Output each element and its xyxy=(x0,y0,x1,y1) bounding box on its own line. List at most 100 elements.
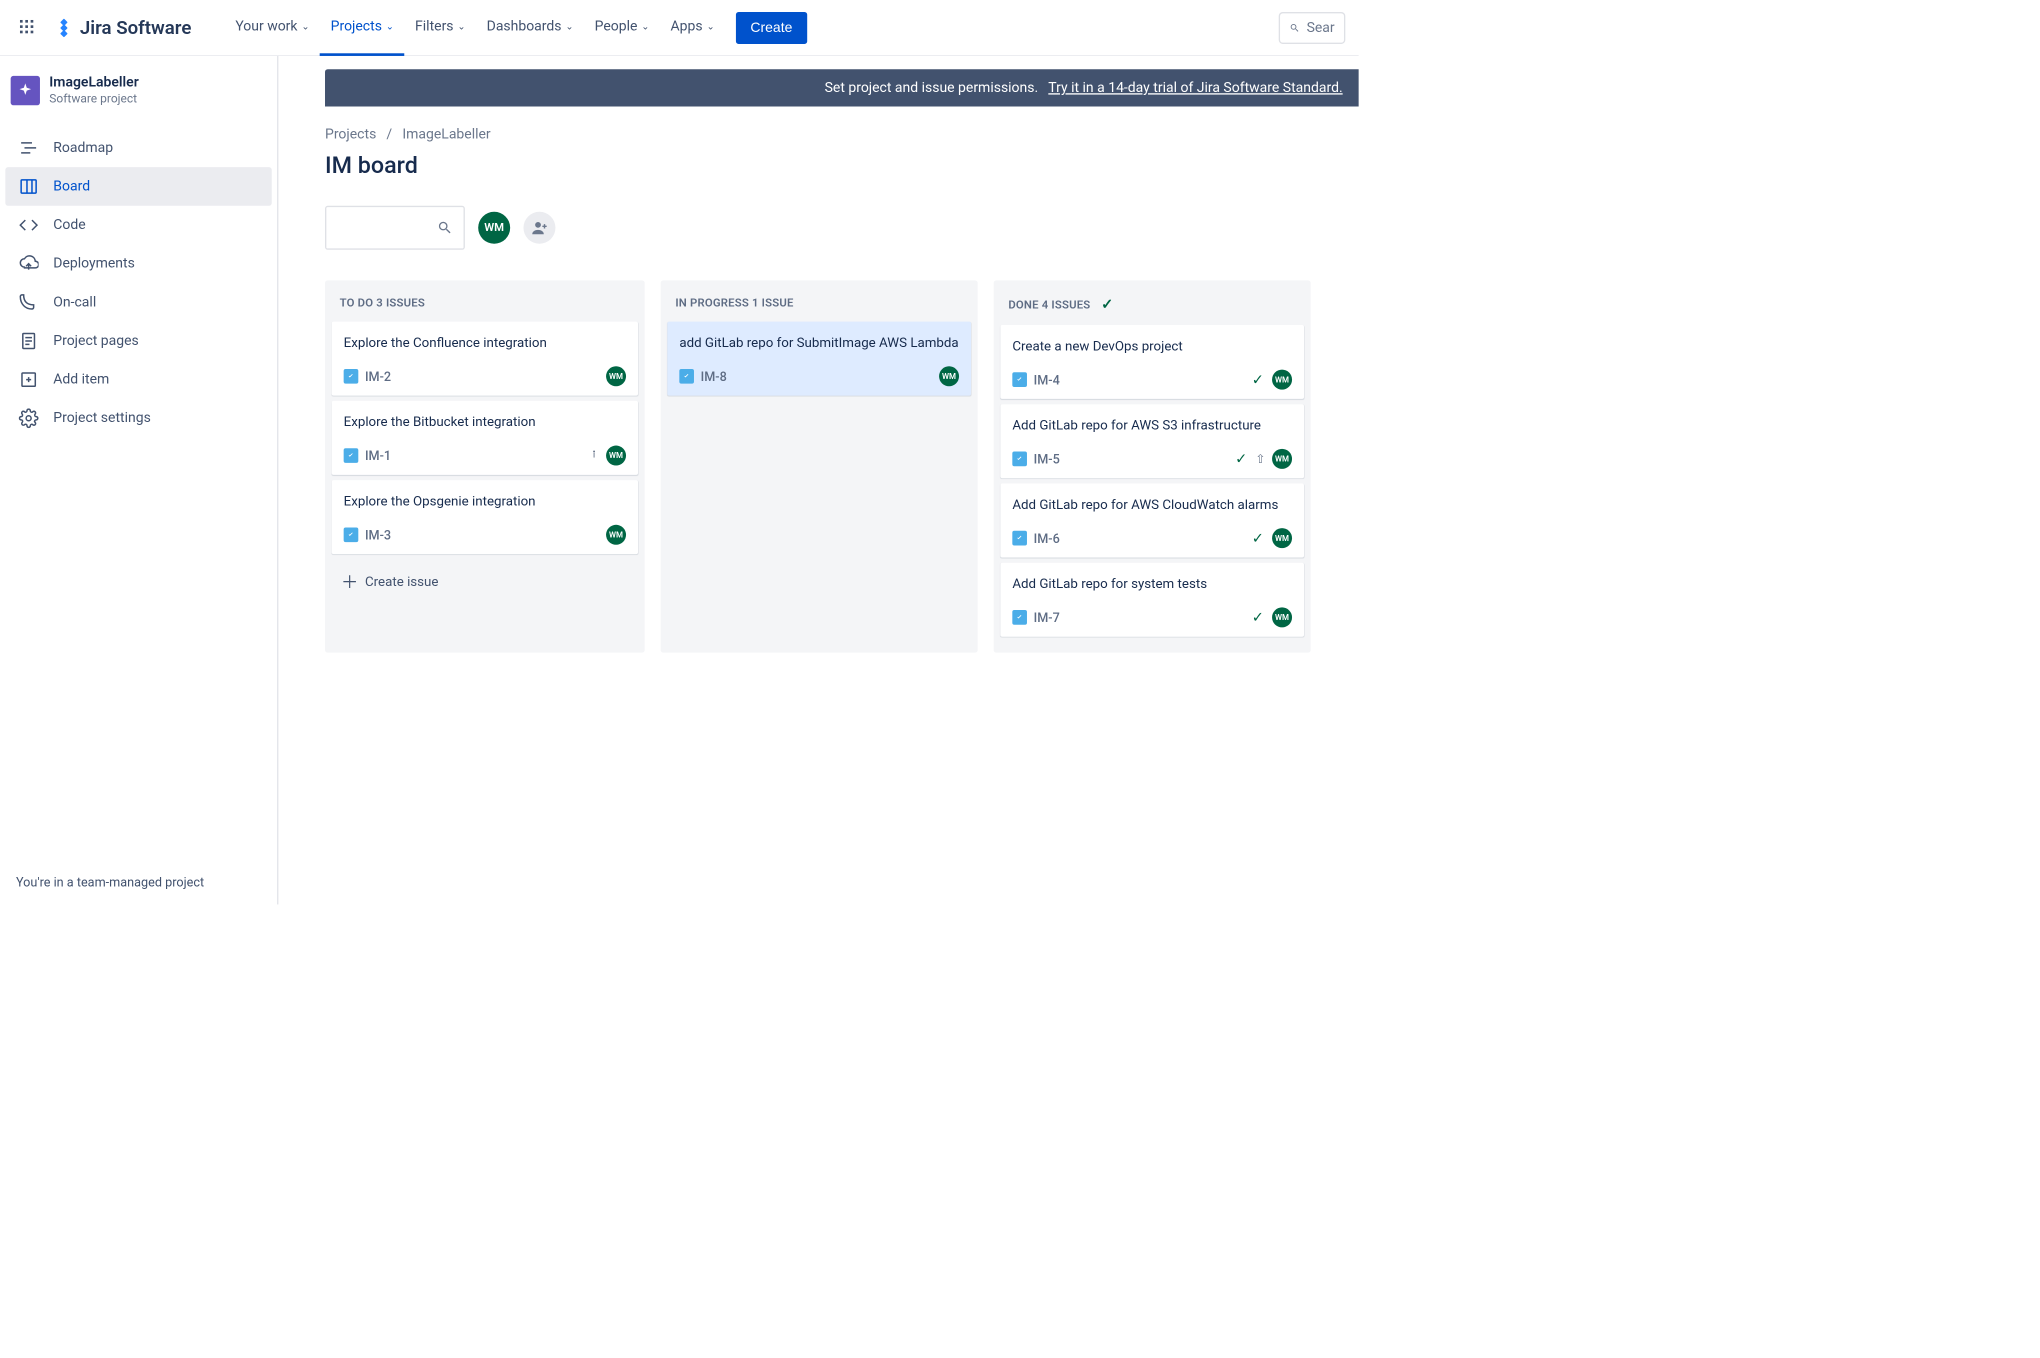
chevron-down-icon: ⌄ xyxy=(707,21,715,32)
create-issue-button[interactable]: ＋ Create issue xyxy=(332,559,638,602)
logo[interactable]: Jira Software xyxy=(45,17,199,39)
board-search[interactable] xyxy=(325,206,465,250)
breadcrumb-separator: / xyxy=(386,127,392,143)
issue-card[interactable]: Explore the Opsgenie integration IM-3 WM xyxy=(332,480,638,554)
add-member-button[interactable] xyxy=(523,212,555,244)
issue-card[interactable]: Add GitLab repo for AWS S3 infrastructur… xyxy=(1000,404,1304,478)
task-type-icon xyxy=(344,369,359,384)
column-in-progress: IN PROGRESS 1 ISSUE add GitLab repo for … xyxy=(661,280,978,652)
sidebar-item-project-pages[interactable]: Project pages xyxy=(5,322,271,361)
issue-card[interactable]: Create a new DevOps project IM-4 ✓ WM xyxy=(1000,325,1304,399)
issue-card[interactable]: Add GitLab repo for system tests IM-7 ✓ … xyxy=(1000,563,1304,637)
sidebar: ImageLabeller Software project Roadmap B… xyxy=(0,56,278,904)
assignee-avatar[interactable]: WM xyxy=(1272,449,1292,469)
card-key: IM-4 xyxy=(1034,372,1060,387)
logo-text: Jira Software xyxy=(80,17,191,39)
sidebar-item-label: Code xyxy=(53,217,85,233)
sidebar-item-code[interactable]: Code xyxy=(5,206,271,245)
column-header: TO DO 3 ISSUES xyxy=(332,288,638,321)
top-nav: Jira Software Your work⌄ Projects⌄ Filte… xyxy=(0,0,1359,56)
nav-people[interactable]: People⌄ xyxy=(584,0,660,56)
sidebar-item-label: Project pages xyxy=(53,333,138,349)
sidebar-item-board[interactable]: Board xyxy=(5,167,271,206)
card-title: Add GitLab repo for AWS S3 infrastructur… xyxy=(1012,416,1292,434)
done-check-icon: ✓ xyxy=(1252,371,1264,388)
nav-filters[interactable]: Filters⌄ xyxy=(404,0,476,56)
card-title: Add GitLab repo for AWS CloudWatch alarm… xyxy=(1012,496,1292,514)
sidebar-item-label: On-call xyxy=(53,294,96,310)
card-title: Create a new DevOps project xyxy=(1012,337,1292,355)
card-title: Explore the Bitbucket integration xyxy=(344,413,626,431)
assignee-avatar[interactable]: WM xyxy=(1272,607,1292,627)
sidebar-items: Roadmap Board Code Deployments On-call P… xyxy=(0,129,277,438)
sidebar-item-label: Deployments xyxy=(53,256,135,272)
nav-your-work[interactable]: Your work⌄ xyxy=(225,0,320,56)
priority-icon xyxy=(589,449,600,462)
assignee-avatar[interactable]: WM xyxy=(1272,528,1292,548)
sidebar-item-add-item[interactable]: Add item xyxy=(5,360,271,399)
check-icon: ✓ xyxy=(1101,296,1113,313)
done-check-icon: ✓ xyxy=(1252,530,1264,547)
chevron-down-icon: ⌄ xyxy=(641,21,649,32)
oncall-icon xyxy=(19,292,39,312)
sidebar-footer: You're in a team-managed project xyxy=(0,860,277,905)
issue-card[interactable]: Add GitLab repo for AWS CloudWatch alarm… xyxy=(1000,484,1304,558)
sidebar-item-roadmap[interactable]: Roadmap xyxy=(5,129,271,168)
add-item-icon xyxy=(19,370,39,390)
create-issue-label: Create issue xyxy=(365,573,438,589)
search-icon xyxy=(1289,20,1300,35)
issue-card[interactable]: add GitLab repo for SubmitImage AWS Lamb… xyxy=(667,322,971,396)
add-person-icon xyxy=(531,219,548,236)
global-search[interactable]: Sear xyxy=(1279,12,1346,44)
board-columns: TO DO 3 ISSUES Explore the Confluence in… xyxy=(325,280,1312,652)
sidebar-item-project-settings[interactable]: Project settings xyxy=(5,399,271,438)
plus-icon: ＋ xyxy=(341,569,358,594)
project-type: Software project xyxy=(49,92,138,106)
card-title: add GitLab repo for SubmitImage AWS Lamb… xyxy=(679,334,959,352)
nav-projects[interactable]: Projects⌄ xyxy=(320,0,404,56)
trial-banner: Set project and issue permissions. Try i… xyxy=(325,69,1359,106)
column-done: DONE 4 ISSUES ✓ Create a new DevOps proj… xyxy=(994,280,1311,652)
gear-icon xyxy=(19,408,39,428)
sidebar-item-label: Roadmap xyxy=(53,140,113,156)
card-key: IM-2 xyxy=(365,369,391,384)
nav-dashboards[interactable]: Dashboards⌄ xyxy=(476,0,584,56)
done-check-icon: ✓ xyxy=(1252,609,1264,626)
banner-link[interactable]: Try it in a 14-day trial of Jira Softwar… xyxy=(1048,80,1342,96)
search-icon xyxy=(437,220,453,236)
project-header[interactable]: ImageLabeller Software project xyxy=(0,75,277,117)
main: Set project and issue permissions. Try i… xyxy=(278,56,1358,904)
sidebar-item-deployments[interactable]: Deployments xyxy=(5,244,271,283)
nav-apps[interactable]: Apps⌄ xyxy=(660,0,725,56)
search-placeholder: Sear xyxy=(1307,20,1335,36)
create-button[interactable]: Create xyxy=(736,12,807,44)
assignee-avatar[interactable]: WM xyxy=(606,525,626,545)
card-key: IM-1 xyxy=(365,448,391,463)
nav-items: Your work⌄ Projects⌄ Filters⌄ Dashboards… xyxy=(225,0,807,56)
sidebar-item-label: Project settings xyxy=(53,410,151,426)
project-avatar-icon xyxy=(11,76,40,105)
jira-logo-icon xyxy=(49,13,79,43)
sidebar-item-oncall[interactable]: On-call xyxy=(5,283,271,322)
assignee-avatar[interactable]: WM xyxy=(1272,370,1292,390)
app-switcher-icon[interactable] xyxy=(13,13,40,42)
issue-card[interactable]: Explore the Bitbucket integration IM-1 W… xyxy=(332,401,638,475)
sidebar-item-label: Add item xyxy=(53,372,109,388)
board-icon xyxy=(19,176,39,196)
card-key: IM-7 xyxy=(1034,610,1060,625)
card-title: Add GitLab repo for system tests xyxy=(1012,575,1292,593)
breadcrumb-project[interactable]: ImageLabeller xyxy=(402,127,490,143)
task-type-icon xyxy=(1012,372,1027,387)
roadmap-icon xyxy=(19,138,39,158)
avatar[interactable]: WM xyxy=(478,212,510,244)
breadcrumb: Projects / ImageLabeller xyxy=(325,127,1312,143)
assignee-avatar[interactable]: WM xyxy=(606,366,626,386)
issue-card[interactable]: Explore the Confluence integration IM-2 … xyxy=(332,322,638,396)
chevron-down-icon: ⌄ xyxy=(302,21,310,32)
task-type-icon xyxy=(344,448,359,463)
breadcrumb-root[interactable]: Projects xyxy=(325,127,376,143)
chevron-down-icon: ⌄ xyxy=(458,21,466,32)
assignee-avatar[interactable]: WM xyxy=(939,366,959,386)
assignee-avatar[interactable]: WM xyxy=(606,446,626,466)
chevron-down-icon: ⌄ xyxy=(386,21,394,32)
